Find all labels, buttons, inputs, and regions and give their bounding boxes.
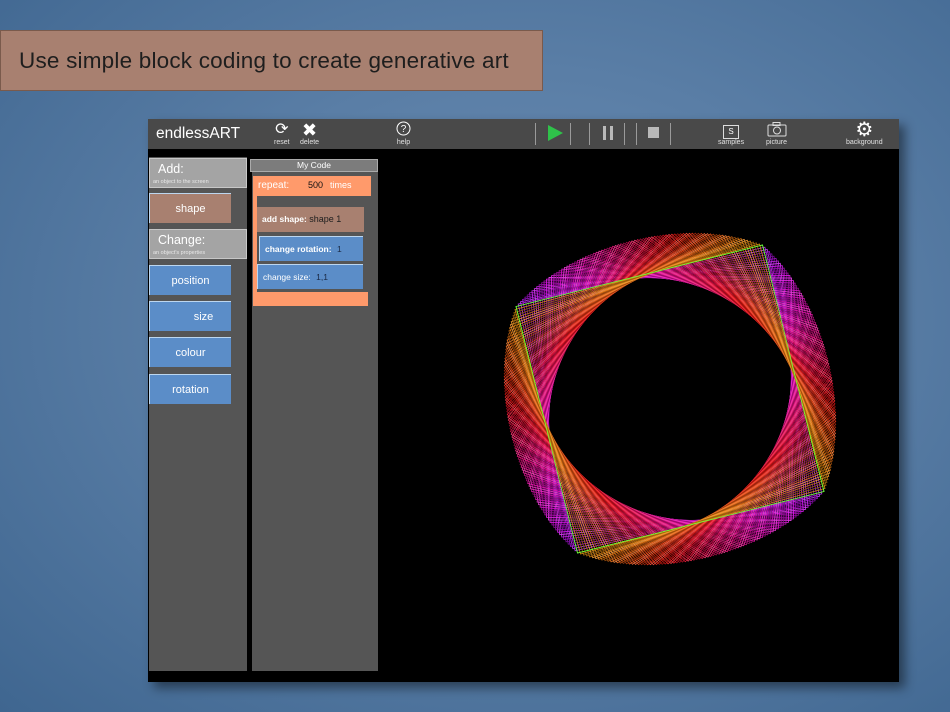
- picture-label: picture: [766, 139, 788, 146]
- art-square: [511, 240, 829, 558]
- change-subtitle: an object's properties: [153, 250, 206, 256]
- palette-rotation-block[interactable]: rotation: [149, 374, 231, 404]
- help-label: help: [396, 139, 411, 146]
- repeat-label: repeat:: [258, 180, 290, 191]
- samples-glyph: S: [723, 125, 740, 139]
- svg-text:?: ?: [401, 124, 407, 135]
- change-size-label: change size:: [263, 272, 311, 282]
- help-button[interactable]: ? help: [396, 121, 411, 147]
- generative-art: [503, 232, 837, 566]
- add-shape-label: add shape:: [262, 214, 307, 224]
- art-square: [507, 236, 833, 562]
- art-square: [520, 249, 820, 549]
- reset-button[interactable]: ⟳ reset: [274, 121, 290, 147]
- art-square: [505, 234, 835, 564]
- change-section-header: Change: an object's properties: [149, 229, 247, 259]
- add-title: Add:: [158, 162, 184, 176]
- art-square: [504, 233, 836, 565]
- art-square: [505, 234, 835, 564]
- palette-colour-block[interactable]: colour: [149, 337, 231, 367]
- app-window: endlessART ⟳ reset ✖ delete ? help S sam…: [148, 119, 899, 682]
- art-square: [507, 236, 833, 562]
- repeat-block-end: [253, 292, 368, 306]
- add-section-header: Add: an object to the screen: [149, 158, 247, 188]
- picture-button[interactable]: picture: [766, 121, 787, 147]
- repeat-unit: times: [330, 180, 352, 190]
- art-square: [531, 260, 809, 538]
- separator: [589, 123, 590, 145]
- stop-button[interactable]: [648, 127, 659, 138]
- pause-button[interactable]: [603, 126, 614, 140]
- art-square: [536, 265, 804, 533]
- art-square: [529, 258, 811, 540]
- change-rotation-label: change rotation:: [265, 244, 332, 254]
- art-square: [505, 234, 835, 564]
- add-subtitle: an object to the screen: [153, 179, 209, 185]
- change-rotation-block[interactable]: change rotation: 1: [259, 236, 363, 261]
- reset-label: reset: [274, 139, 290, 146]
- samples-label: samples: [718, 139, 745, 146]
- add-shape-value[interactable]: shape 1: [309, 214, 341, 224]
- reset-icon: ⟳: [275, 121, 289, 138]
- app-title: endlessART: [156, 125, 241, 142]
- palette-shape-block[interactable]: shape: [149, 193, 231, 223]
- separator: [670, 123, 671, 145]
- palette-position-block[interactable]: position: [149, 265, 231, 295]
- change-size-block[interactable]: change size: 1,1: [257, 264, 363, 289]
- palette-size-block[interactable]: size: [149, 301, 231, 331]
- change-rotation-value[interactable]: 1: [334, 243, 345, 255]
- art-square: [504, 233, 836, 565]
- separator: [535, 123, 536, 145]
- art-square: [516, 245, 824, 553]
- art-square: [504, 233, 836, 565]
- art-canvas[interactable]: [380, 149, 899, 682]
- separator: [570, 123, 571, 145]
- play-button[interactable]: [548, 125, 563, 141]
- change-title: Change:: [158, 233, 206, 247]
- samples-icon: S: [718, 121, 744, 139]
- delete-label: delete: [300, 139, 320, 146]
- my-code-tab[interactable]: My Code: [250, 159, 378, 172]
- promo-banner: Use simple block coding to create genera…: [0, 30, 543, 91]
- change-size-value[interactable]: 1,1: [313, 271, 331, 283]
- toolbar: endlessART ⟳ reset ✖ delete ? help S sam…: [148, 119, 899, 149]
- art-square: [507, 236, 833, 562]
- samples-button[interactable]: S samples: [718, 121, 744, 147]
- delete-button[interactable]: ✖ delete: [300, 121, 319, 147]
- repeat-block[interactable]: repeat: 500 times: [253, 176, 371, 196]
- separator: [636, 123, 637, 145]
- art-square: [503, 232, 837, 566]
- camera-icon: [766, 121, 787, 139]
- gear-icon: ⚙: [855, 119, 874, 141]
- art-square: [514, 243, 826, 555]
- background-button[interactable]: ⚙ background: [846, 119, 883, 147]
- repeat-count-field[interactable]: 500: [305, 179, 327, 191]
- add-shape-block[interactable]: add shape: shape 1: [257, 207, 364, 232]
- separator: [624, 123, 625, 145]
- delete-icon: ✖: [301, 120, 318, 140]
- background-label: background: [846, 139, 883, 146]
- help-icon: ?: [396, 121, 411, 139]
